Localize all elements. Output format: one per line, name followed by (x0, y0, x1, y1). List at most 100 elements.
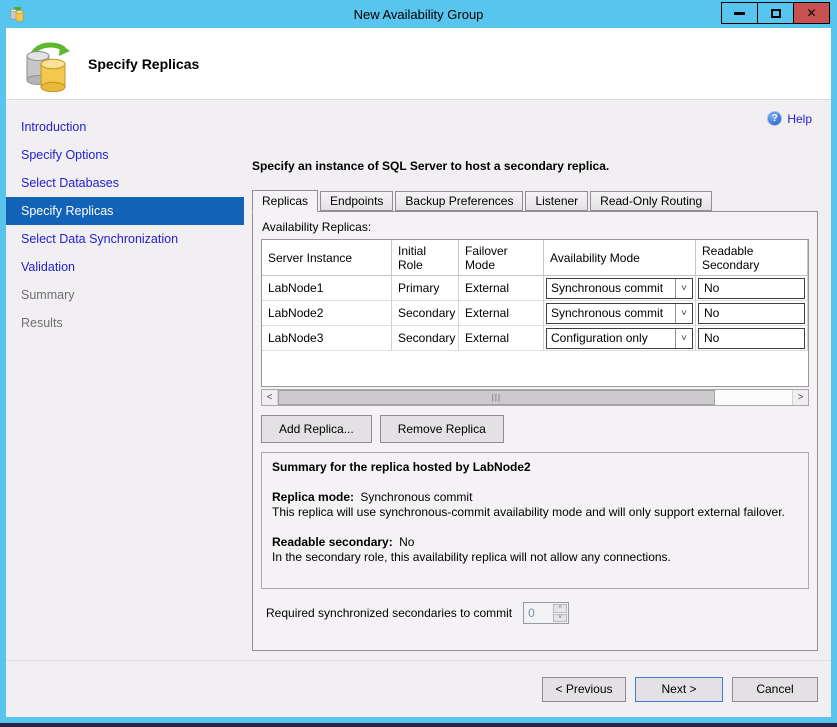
next-button[interactable]: Next > (635, 677, 723, 702)
tab-endpoints[interactable]: Endpoints (320, 191, 393, 211)
close-icon: ✕ (806, 6, 816, 20)
sidebar-item-validation[interactable]: Validation (6, 253, 244, 281)
cell-availability-mode: Synchronous commit ˅ (544, 276, 696, 301)
commit-setting-row: Required synchronized secondaries to com… (261, 602, 809, 624)
scrollbar-track[interactable] (715, 390, 792, 405)
sidebar-item-label: Summary (21, 288, 74, 302)
cancel-button[interactable]: Cancel (732, 677, 818, 702)
titlebar: New Availability Group ✕ (0, 0, 837, 28)
chevron-down-icon[interactable]: ˅ (675, 279, 692, 298)
scroll-right-arrow-icon[interactable]: > (792, 390, 808, 405)
column-header-initial-role[interactable]: Initial Role (392, 240, 459, 275)
cell-readable-secondary: No (696, 326, 808, 351)
help-icon: ? (767, 111, 782, 126)
sidebar-item-specify-replicas[interactable]: Specify Replicas (6, 197, 244, 225)
sidebar-item-label: Select Databases (21, 176, 119, 190)
readable-secondary-dropdown[interactable]: No (698, 328, 805, 349)
availability-mode-dropdown[interactable]: Synchronous commit ˅ (546, 278, 693, 299)
cell-readable-secondary: No (696, 301, 808, 326)
tab-label: Read-Only Routing (600, 194, 702, 208)
sidebar-item-specify-options[interactable]: Specify Options (6, 141, 244, 169)
replica-summary-box: Summary for the replica hosted by LabNod… (261, 452, 809, 589)
sidebar-item-select-data-synchronization[interactable]: Select Data Synchronization (6, 225, 244, 253)
table-row[interactable]: LabNode3 Secondary External Configuratio… (262, 326, 808, 351)
tab-read-only-routing[interactable]: Read-Only Routing (590, 191, 712, 211)
scrollbar-thumb[interactable]: ||| (278, 390, 715, 405)
help-link[interactable]: ? Help (767, 111, 812, 126)
sidebar-item-summary: Summary (6, 281, 244, 309)
previous-button[interactable]: < Previous (542, 677, 626, 702)
tab-replicas[interactable]: Replicas (252, 190, 318, 212)
replica-mode-label: Replica mode: (272, 490, 354, 504)
tab-label: Endpoints (330, 194, 383, 208)
replicas-tab-panel: Availability Replicas: Server Instance I… (252, 211, 818, 651)
cell-failover-mode[interactable]: External (459, 326, 544, 351)
cell-initial-role[interactable]: Secondary (392, 326, 459, 351)
dropdown-value: No (704, 281, 719, 295)
maximize-icon (771, 9, 781, 18)
wizard-header: Specify Replicas (6, 28, 831, 100)
availability-group-icon (20, 38, 74, 92)
replica-mode-description: This replica will use synchronous-commit… (272, 505, 798, 520)
window-controls: ✕ (722, 2, 830, 24)
help-label: Help (787, 112, 812, 126)
availability-mode-dropdown[interactable]: Synchronous commit ˅ (546, 303, 693, 324)
column-header-readable-secondary[interactable]: Readable Secondary (696, 240, 808, 275)
cell-server-instance[interactable]: LabNode3 (262, 326, 392, 351)
column-header-server-instance[interactable]: Server Instance (262, 240, 392, 275)
horizontal-scrollbar[interactable]: < ||| > (261, 389, 809, 406)
sidebar-item-introduction[interactable]: Introduction (6, 113, 244, 141)
readable-secondary-description: In the secondary role, this availability… (272, 550, 798, 565)
availability-replicas-label: Availability Replicas: (262, 220, 809, 234)
cell-initial-role[interactable]: Primary (392, 276, 459, 301)
sidebar-item-label: Specify Options (21, 148, 109, 162)
cell-initial-role[interactable]: Secondary (392, 301, 459, 326)
spinner-down-icon: ˅ (553, 614, 567, 623)
availability-mode-dropdown[interactable]: Configuration only ˅ (546, 328, 693, 349)
close-button[interactable]: ✕ (793, 2, 830, 24)
sidebar-item-label: Specify Replicas (21, 204, 113, 218)
dropdown-value: Configuration only (547, 331, 675, 345)
dropdown-value: Synchronous commit (547, 281, 675, 295)
dropdown-value: No (704, 331, 719, 345)
tab-strip: Replicas Endpoints Backup Preferences Li… (252, 190, 818, 211)
dropdown-value: No (704, 306, 719, 320)
column-header-failover-mode[interactable]: Failover Mode (459, 240, 544, 275)
screen: New Availability Group ✕ (0, 0, 837, 727)
readable-secondary-value: No (399, 535, 414, 549)
scroll-left-arrow-icon[interactable]: < (262, 390, 278, 405)
maximize-button[interactable] (757, 2, 794, 24)
cell-server-instance[interactable]: LabNode1 (262, 276, 392, 301)
chevron-down-icon[interactable]: ˅ (675, 304, 692, 323)
dropdown-value: Synchronous commit (547, 306, 675, 320)
wizard-steps-sidebar: Introduction Specify Options Select Data… (6, 100, 244, 660)
readable-secondary-dropdown[interactable]: No (698, 303, 805, 324)
window-title: New Availability Group (354, 7, 484, 22)
minimize-button[interactable] (721, 2, 758, 24)
table-row[interactable]: LabNode2 Secondary External Synchronous … (262, 301, 808, 326)
sidebar-item-label: Introduction (21, 120, 86, 134)
table-row[interactable]: LabNode1 Primary External Synchronous co… (262, 276, 808, 301)
scrollbar-grip-icon: ||| (492, 393, 501, 402)
availability-replicas-grid: Server Instance Initial Role Failover Mo… (261, 239, 809, 387)
spinner-value: 0 (524, 603, 552, 623)
tab-label: Listener (535, 194, 578, 208)
sidebar-item-select-databases[interactable]: Select Databases (6, 169, 244, 197)
app-database-icon (9, 6, 25, 22)
column-header-availability-mode[interactable]: Availability Mode (544, 240, 696, 275)
tab-label: Replicas (262, 194, 308, 208)
cell-failover-mode[interactable]: External (459, 276, 544, 301)
summary-readable-secondary: Readable secondary: No In the secondary … (272, 535, 798, 565)
add-replica-button[interactable]: Add Replica... (261, 415, 372, 443)
remove-replica-button[interactable]: Remove Replica (380, 415, 504, 443)
tab-backup-preferences[interactable]: Backup Preferences (395, 191, 523, 211)
tab-listener[interactable]: Listener (525, 191, 588, 211)
minimize-icon (734, 12, 745, 15)
spinner-up-icon: ˄ (553, 604, 567, 613)
chevron-down-icon[interactable]: ˅ (675, 329, 692, 348)
cell-server-instance[interactable]: LabNode2 (262, 301, 392, 326)
cell-failover-mode[interactable]: External (459, 301, 544, 326)
readable-secondary-dropdown[interactable]: No (698, 278, 805, 299)
cell-availability-mode: Synchronous commit ˅ (544, 301, 696, 326)
replica-actions: Add Replica... Remove Replica (261, 415, 809, 443)
